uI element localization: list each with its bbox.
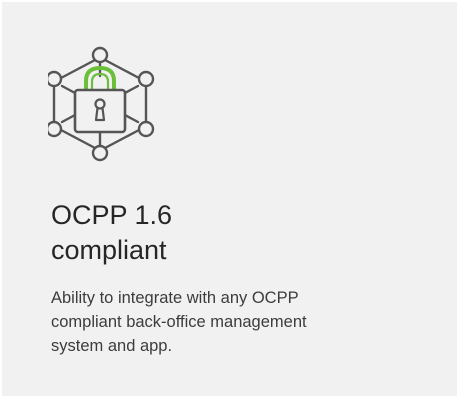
feature-title-line: compliant bbox=[51, 235, 167, 265]
feature-description-line: compliant back-office management bbox=[51, 313, 307, 331]
feature-description-line: system and app. bbox=[51, 337, 173, 355]
feature-title: OCPP 1.6 compliant bbox=[51, 198, 431, 268]
feature-card: OCPP 1.6 compliant Ability to integrate … bbox=[2, 2, 457, 396]
feature-title-line: OCPP 1.6 bbox=[51, 200, 173, 230]
feature-description-line: Ability to integrate with any OCPP bbox=[51, 289, 299, 307]
feature-description: Ability to integrate with any OCPP compl… bbox=[51, 286, 431, 358]
network-padlock-icon bbox=[45, 43, 160, 165]
